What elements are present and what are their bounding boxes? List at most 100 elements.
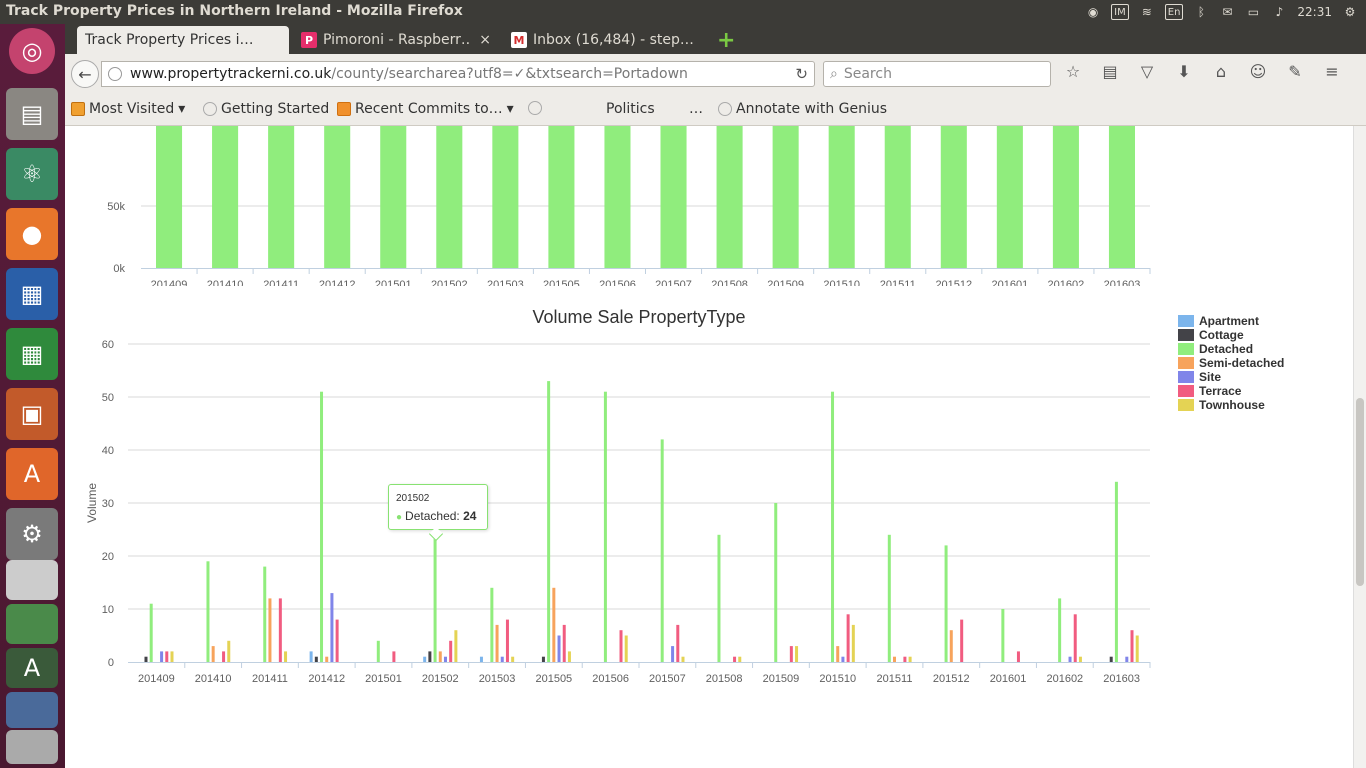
bar <box>324 126 351 268</box>
legend-item: Detached <box>1199 342 1253 356</box>
chart-title: Volume Sale PropertyType <box>532 307 745 327</box>
bar <box>320 391 324 662</box>
bookmarks-toolbar: Most Visited ▾ Getting Started Recent Com… <box>65 94 1366 126</box>
settings-icon[interactable]: ⚙ <box>6 508 58 560</box>
app-icon-3[interactable]: A <box>6 648 58 688</box>
messaging-icon[interactable]: IM <box>1111 4 1129 20</box>
x-tick-label: 201410 <box>195 673 232 685</box>
bar <box>505 619 509 662</box>
files-icon[interactable]: ▤ <box>6 88 58 140</box>
bar <box>170 651 174 662</box>
bar <box>263 566 267 662</box>
bar <box>660 439 664 662</box>
bookmark-label: Politics <box>606 101 655 117</box>
keyboard-layout-indicator[interactable]: En <box>1164 4 1184 20</box>
steam-icon[interactable]: ◉ <box>1085 4 1101 20</box>
bar <box>893 656 896 662</box>
y-tick-label: 10 <box>102 604 114 616</box>
bookmark-most-visited[interactable]: Most Visited ▾ <box>71 101 185 117</box>
x-tick-label: 201409 <box>151 279 188 286</box>
software-center-icon[interactable]: A <box>6 448 58 500</box>
bookmark-star-icon[interactable]: ☆ <box>1061 62 1085 81</box>
bar <box>836 646 840 662</box>
reload-icon[interactable]: ↻ <box>795 65 808 83</box>
bookmark-politics[interactable]: Politics <box>606 101 655 117</box>
writer-icon[interactable]: ▦ <box>6 268 58 320</box>
scrollbar[interactable] <box>1353 126 1366 768</box>
url-path: /county/searcharea?utf8=✓&txtsearch=Port… <box>331 66 688 82</box>
back-button[interactable]: ← <box>71 60 99 88</box>
bar <box>330 593 334 662</box>
toolbar-icons: ☆ ▤ ▽ ⬇ ⌂ ☺ ✎ ≡ <box>1061 62 1344 81</box>
tab-pimoroni[interactable]: P Pimoroni - Raspberr… × <box>293 26 499 54</box>
bookmark-label: Getting Started <box>221 101 330 117</box>
bar <box>944 545 948 662</box>
url-bar[interactable]: www.propertytrackerni.co.uk/county/searc… <box>101 61 815 87</box>
battery-icon[interactable]: ▭ <box>1245 4 1261 20</box>
bar <box>676 624 680 662</box>
mail-icon[interactable]: ✉ <box>1219 4 1235 20</box>
y-tick-label: 30 <box>102 498 114 510</box>
gear-icon[interactable]: ⚙ <box>1342 4 1358 20</box>
chat-icon[interactable]: ☺ <box>1246 62 1270 81</box>
ubuntu-icon[interactable]: ◎ <box>9 28 55 74</box>
arrow-left-icon: ← <box>78 64 92 84</box>
bar <box>1016 651 1020 662</box>
bookmark-annotate-genius[interactable]: Annotate with Genius <box>718 101 887 117</box>
firefox-icon[interactable]: ● <box>6 208 58 260</box>
bar <box>1135 635 1139 662</box>
bar <box>1073 614 1077 662</box>
bar <box>831 391 835 662</box>
search-placeholder: Search <box>843 66 892 82</box>
bookmark-overflow[interactable]: … <box>689 101 703 117</box>
x-tick-label: 201601 <box>992 279 1029 286</box>
gmail-favicon-icon: M <box>511 32 527 48</box>
x-tick-label: 201505 <box>535 673 572 685</box>
close-icon[interactable]: × <box>479 32 491 48</box>
calc-icon[interactable]: ▦ <box>6 328 58 380</box>
app-icon-4[interactable] <box>6 692 58 728</box>
hamburger-menu-icon[interactable]: ≡ <box>1320 62 1344 81</box>
bluetooth-icon[interactable]: ᛒ <box>1193 4 1209 20</box>
reading-list-icon[interactable]: ▤ <box>1098 62 1122 81</box>
search-input[interactable]: ⌕ Search <box>823 61 1051 87</box>
tab-track-property[interactable]: Track Property Prices i… <box>77 26 289 54</box>
tooltip-series: Detached: <box>405 509 464 523</box>
bar <box>557 635 561 662</box>
impress-icon[interactable]: ▣ <box>6 388 58 440</box>
x-tick-label: 201602 <box>1048 279 1085 286</box>
extension-icon[interactable]: ✎ <box>1283 62 1307 81</box>
bar <box>1052 126 1079 268</box>
bar <box>828 126 855 268</box>
chart-tooltip: 201502 ● Detached: 24 <box>388 484 488 542</box>
bar <box>547 381 551 662</box>
home-icon[interactable]: ⌂ <box>1209 62 1233 81</box>
clock[interactable]: 22:31 <box>1297 4 1332 20</box>
bar <box>309 651 313 662</box>
bar <box>211 646 215 662</box>
bar <box>774 503 778 662</box>
bookmark-getting-started[interactable]: Getting Started <box>203 101 329 117</box>
x-tick-label: 201410 <box>207 279 244 286</box>
scrollbar-thumb[interactable] <box>1356 398 1364 586</box>
bar <box>603 391 607 662</box>
app-icon-5[interactable] <box>6 730 58 764</box>
x-tick-label: 201602 <box>1046 673 1083 685</box>
tab-inbox[interactable]: M Inbox (16,484) - step… <box>503 26 709 54</box>
wifi-icon[interactable]: ≋ <box>1139 4 1155 20</box>
pocket-icon[interactable]: ▽ <box>1135 62 1159 81</box>
bar <box>479 656 483 662</box>
bookmark-recent-commits[interactable]: Recent Commits to… ▾ <box>337 101 514 117</box>
globe-icon <box>203 102 217 116</box>
new-tab-button[interactable]: + <box>717 28 735 53</box>
volume-icon[interactable]: ♪ <box>1271 4 1287 20</box>
app-icon-2[interactable] <box>6 604 58 644</box>
bar <box>433 534 437 662</box>
bar <box>454 630 458 662</box>
x-tick-label: 201510 <box>823 279 860 286</box>
download-icon[interactable]: ⬇ <box>1172 62 1196 81</box>
app-icon-1[interactable] <box>6 560 58 600</box>
bookmark-untitled[interactable] <box>528 101 546 115</box>
atom-icon[interactable]: ⚛ <box>6 148 58 200</box>
y-tick-label: 50k <box>107 201 125 213</box>
